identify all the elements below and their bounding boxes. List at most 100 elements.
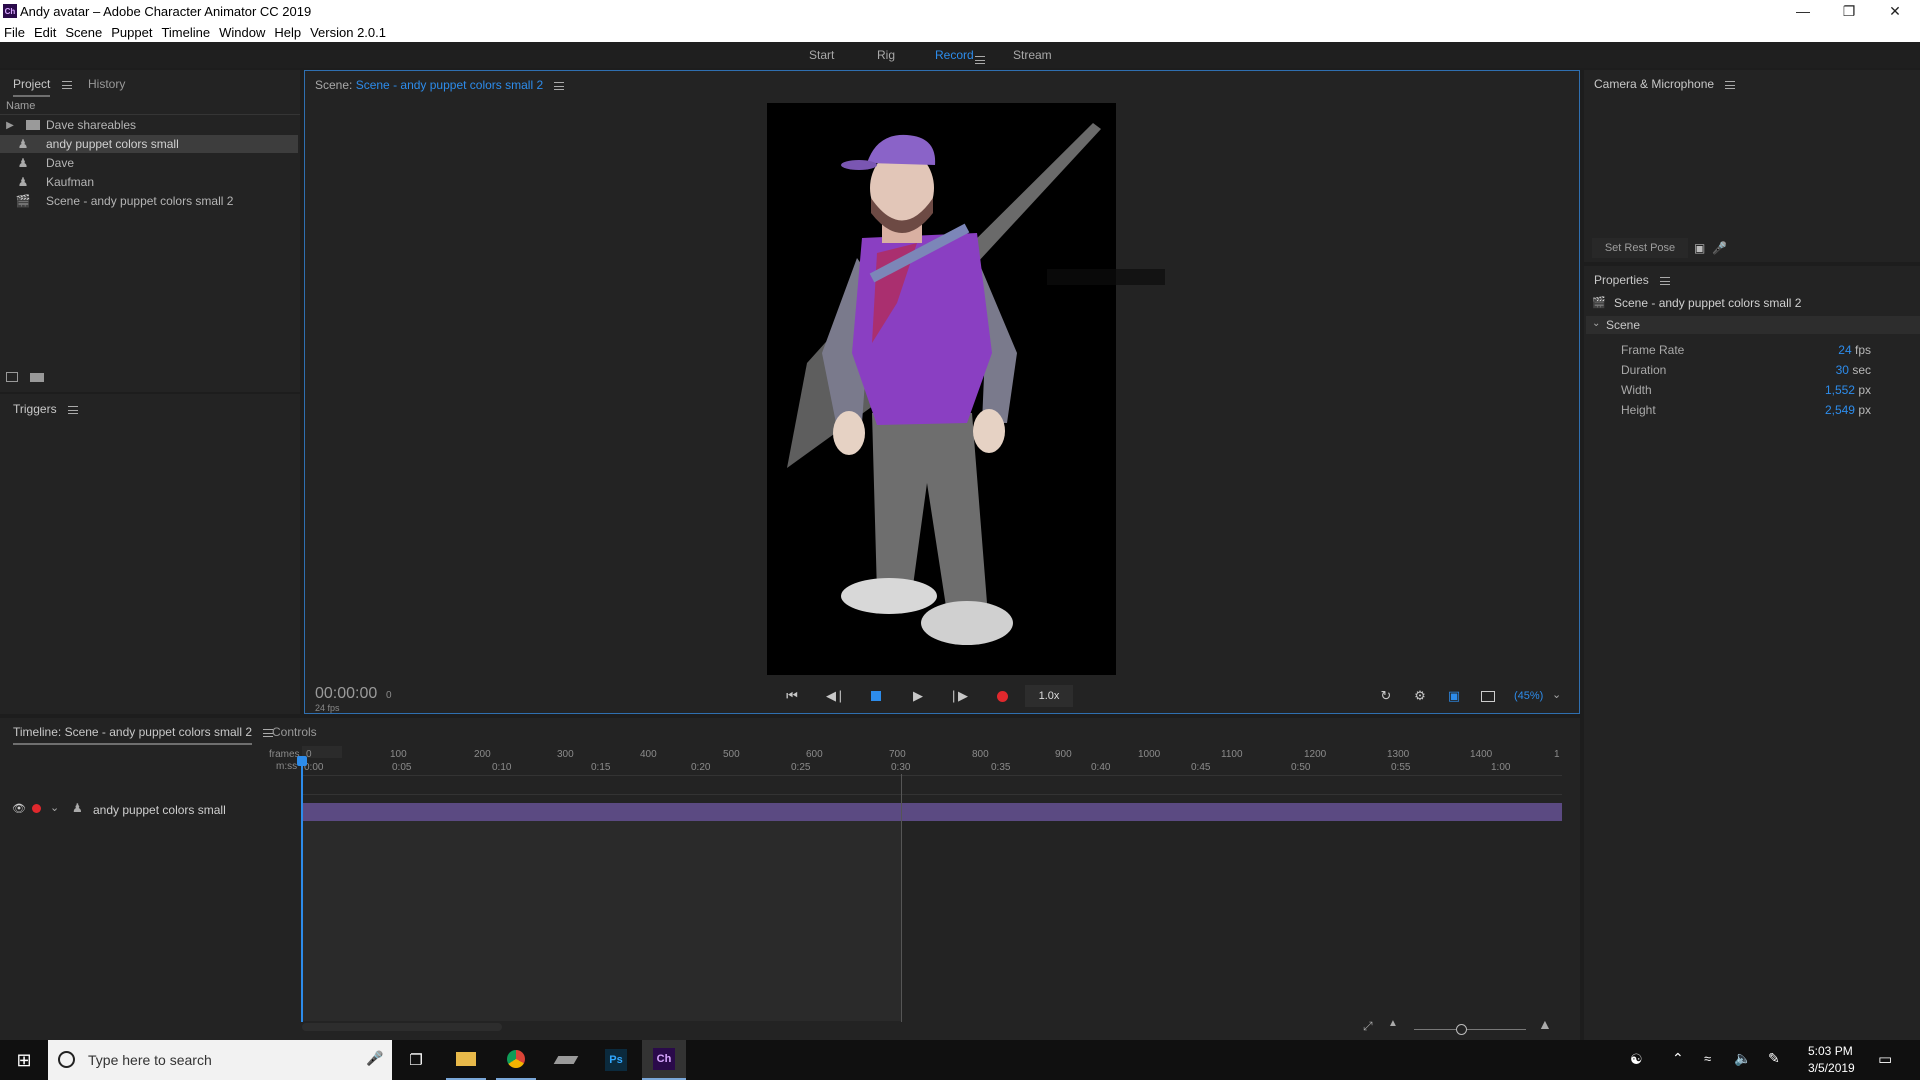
people-icon[interactable]: ☯ bbox=[1630, 1051, 1643, 1068]
pen-icon[interactable]: ✎ bbox=[1768, 1050, 1780, 1067]
time-tick: 0:55 bbox=[1391, 762, 1411, 773]
new-folder-icon[interactable] bbox=[30, 373, 44, 382]
chevron-down-icon[interactable]: ⌄ bbox=[50, 801, 59, 814]
list-item[interactable]: ♟ andy puppet colors small bbox=[0, 135, 298, 153]
playback-speed[interactable]: 1.0x bbox=[1025, 685, 1073, 707]
clock-date[interactable]: 3/5/2019 bbox=[1808, 1061, 1855, 1075]
list-item[interactable]: ▶ Dave shareables bbox=[0, 116, 298, 134]
wifi-icon[interactable]: ≈ bbox=[1704, 1051, 1711, 1066]
camera-input-icon[interactable]: ⚙ bbox=[1408, 687, 1432, 705]
frame-rate-value[interactable]: 24 bbox=[1838, 343, 1851, 357]
search-box[interactable]: Type here to search 🎤 bbox=[48, 1040, 392, 1080]
time-ruler[interactable] bbox=[302, 746, 1562, 776]
scene-name[interactable]: Scene - andy puppet colors small 2 bbox=[356, 78, 543, 92]
tab-history[interactable]: History bbox=[88, 77, 125, 91]
step-forward-icon[interactable]: | ▶ bbox=[948, 687, 972, 705]
fit-timeline-icon[interactable]: ⤢ bbox=[1363, 1019, 1373, 1034]
frame-tick: 800 bbox=[972, 749, 989, 760]
zoom-slider-handle[interactable] bbox=[1456, 1024, 1467, 1035]
new-scene-icon[interactable] bbox=[6, 372, 18, 382]
camera-toggle-icon[interactable]: ▣ bbox=[1694, 241, 1705, 255]
zoom-in-icon[interactable]: ▲ bbox=[1538, 1016, 1552, 1032]
record-button[interactable] bbox=[990, 687, 1014, 705]
column-header-name[interactable]: Name bbox=[6, 100, 35, 112]
camera-mic-menu-icon[interactable] bbox=[1725, 80, 1736, 89]
list-item[interactable]: ♟ Dave bbox=[0, 154, 298, 172]
puppet-hand-left bbox=[833, 411, 865, 455]
chevron-up-icon[interactable]: ⌃ bbox=[1672, 1050, 1684, 1067]
properties-menu-icon[interactable] bbox=[1660, 276, 1671, 285]
close-icon[interactable]: ✕ bbox=[1872, 0, 1918, 22]
microphone-icon[interactable]: 🎤 bbox=[1712, 241, 1727, 255]
set-rest-pose-button[interactable]: Set Rest Pose bbox=[1592, 238, 1688, 258]
project-menu-icon[interactable] bbox=[61, 80, 72, 89]
timecode[interactable]: 00:00:00 bbox=[315, 685, 377, 703]
list-item[interactable]: ♟ Kaufman bbox=[0, 173, 298, 191]
tab-project[interactable]: Project bbox=[13, 77, 51, 97]
duration-value[interactable]: 30 bbox=[1836, 363, 1849, 377]
workspace-start[interactable]: Start bbox=[809, 48, 834, 62]
app-icon: Ch bbox=[3, 4, 17, 18]
scene-end-marker bbox=[901, 774, 902, 1022]
restore-icon[interactable]: ❐ bbox=[1826, 0, 1872, 22]
scene-menu-icon[interactable] bbox=[554, 81, 565, 90]
horizontal-scrollbar[interactable] bbox=[302, 1023, 502, 1031]
menu-edit[interactable]: Edit bbox=[34, 25, 56, 40]
menu-file[interactable]: File bbox=[4, 25, 25, 40]
zoom-level[interactable]: (45%) bbox=[1514, 690, 1543, 702]
track-header[interactable]: 👁 ⌄ ♟ andy puppet colors small bbox=[0, 794, 302, 824]
workspace-rig[interactable]: Rig bbox=[877, 48, 895, 62]
notifications-icon[interactable]: ▭ bbox=[1878, 1050, 1892, 1068]
app-icon[interactable] bbox=[546, 1040, 586, 1080]
playhead[interactable] bbox=[301, 758, 303, 1022]
go-to-start-icon[interactable]: ⏮ bbox=[780, 687, 804, 705]
stage-canvas[interactable] bbox=[767, 103, 1116, 675]
clock-time[interactable]: 5:03 PM bbox=[1808, 1044, 1853, 1058]
volume-icon[interactable]: 🔈 bbox=[1734, 1050, 1751, 1067]
puppet-shoe-left bbox=[841, 578, 937, 614]
puppet-hand-right bbox=[973, 409, 1005, 453]
triggers-menu-icon[interactable] bbox=[67, 405, 78, 414]
time-tick: 0:45 bbox=[1191, 762, 1211, 773]
playhead-handle[interactable] bbox=[297, 756, 307, 766]
photoshop-icon[interactable]: Ps bbox=[596, 1040, 636, 1080]
windows-start-icon[interactable]: ⊞ bbox=[0, 1040, 48, 1080]
record-arm-icon[interactable] bbox=[32, 804, 41, 813]
minimize-icon[interactable]: — bbox=[1780, 0, 1826, 22]
eye-icon[interactable]: 👁 bbox=[12, 802, 26, 815]
refresh-icon[interactable]: ↻ bbox=[1374, 687, 1398, 705]
workspace-menu-icon[interactable] bbox=[975, 55, 985, 64]
triggers-panel: Triggers bbox=[0, 394, 300, 714]
height-value[interactable]: 2,549 bbox=[1825, 403, 1855, 417]
section-header-scene[interactable]: ⌄ Scene bbox=[1586, 316, 1920, 334]
menu-window[interactable]: Window bbox=[219, 25, 265, 40]
chevron-right-icon[interactable]: ▶ bbox=[0, 120, 20, 131]
list-item[interactable]: 🎬 Scene - andy puppet colors small 2 bbox=[0, 192, 298, 210]
zoom-out-icon[interactable]: ▲ bbox=[1388, 1018, 1398, 1029]
menu-scene[interactable]: Scene bbox=[65, 25, 102, 40]
workspace-record[interactable]: Record bbox=[935, 48, 974, 62]
file-explorer-icon[interactable] bbox=[446, 1040, 486, 1080]
menu-help[interactable]: Help bbox=[274, 25, 301, 40]
width-value[interactable]: 1,552 bbox=[1825, 383, 1855, 397]
step-back-icon[interactable]: ◀ | bbox=[822, 687, 846, 705]
frame-tick: 300 bbox=[557, 749, 574, 760]
play-button[interactable]: ▶ bbox=[906, 687, 930, 705]
task-view-icon[interactable]: ❐ bbox=[398, 1040, 434, 1080]
zoom-dropdown-icon[interactable]: ⌄ bbox=[1552, 688, 1561, 701]
microphone-icon[interactable]: 🎤 bbox=[366, 1050, 383, 1067]
cast-icon[interactable]: ▣ bbox=[1442, 687, 1466, 705]
menu-timeline[interactable]: Timeline bbox=[161, 25, 210, 40]
puppet-track-bar[interactable] bbox=[302, 803, 1562, 821]
tab-controls[interactable]: Controls bbox=[272, 725, 317, 739]
stop-button[interactable] bbox=[864, 687, 888, 705]
puppet-icon: ♟ bbox=[17, 156, 29, 170]
chrome-icon[interactable] bbox=[496, 1040, 536, 1080]
chevron-down-icon[interactable]: ⌄ bbox=[1592, 318, 1600, 329]
character-animator-icon[interactable]: Ch bbox=[642, 1040, 686, 1080]
menu-puppet[interactable]: Puppet bbox=[111, 25, 152, 40]
fit-frame-icon[interactable] bbox=[1476, 687, 1500, 705]
zoom-slider[interactable] bbox=[1414, 1029, 1526, 1030]
workspace-stream[interactable]: Stream bbox=[1013, 48, 1052, 62]
tab-timeline[interactable]: Timeline: Scene - andy puppet colors sma… bbox=[13, 725, 253, 745]
